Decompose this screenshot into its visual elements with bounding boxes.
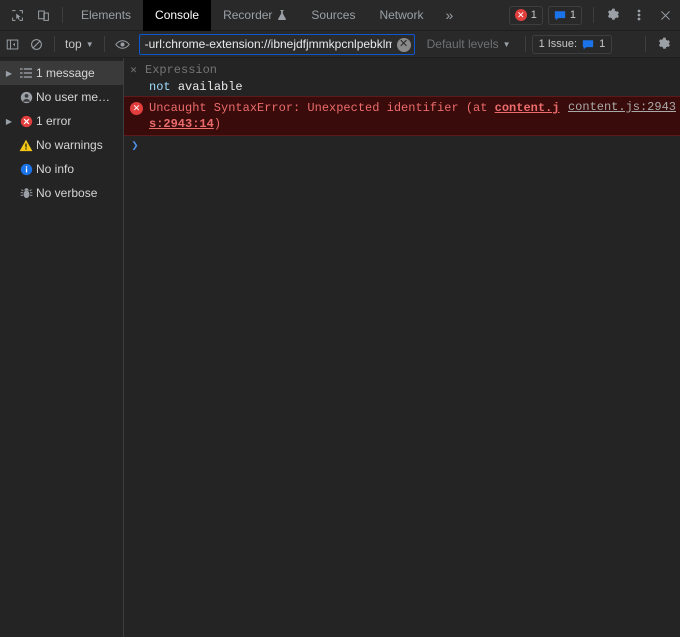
chevron-down-icon: ▼ xyxy=(502,39,511,49)
expand-arrow-icon[interactable]: ▶ xyxy=(2,109,16,133)
log-level-label: Default levels xyxy=(426,37,499,51)
issues-count: 1 xyxy=(569,9,576,21)
tab-label: Console xyxy=(155,8,200,22)
toolbar-divider xyxy=(103,36,105,52)
error-count-badge[interactable]: ✕ 1 xyxy=(508,5,543,25)
console-message-source-link[interactable]: content.js:2943 xyxy=(568,100,676,114)
console-toolbar-right xyxy=(639,32,680,56)
devtools-tabbar: Elements Console Recorder Sources Networ… xyxy=(0,0,680,31)
live-expression-value-prefix: not xyxy=(149,80,171,94)
tab-label: Elements xyxy=(81,8,132,22)
console-empty-space xyxy=(124,154,680,637)
device-toolbar-icon[interactable] xyxy=(30,2,56,28)
tab-console[interactable]: Console xyxy=(143,0,212,31)
tab-recorder[interactable]: Recorder xyxy=(211,0,299,31)
chevron-down-icon: ▼ xyxy=(85,39,94,49)
console-prompt[interactable]: ❯ xyxy=(124,136,680,154)
kebab-menu-icon[interactable] xyxy=(626,2,652,28)
sidebar-item-errors[interactable]: ▶ 1 error xyxy=(0,109,123,133)
gear-icon[interactable] xyxy=(600,2,626,28)
tab-network[interactable]: Network xyxy=(367,0,435,31)
console-main: ▶ 1 message No user me… ▶ 1 error No war… xyxy=(0,58,680,637)
log-level-selector[interactable]: Default levels ▼ xyxy=(419,37,519,51)
console-prompt-input[interactable] xyxy=(142,138,676,152)
issues-status-count: 1 xyxy=(599,38,606,50)
expand-arrow-placeholder xyxy=(2,85,16,109)
error-count: 1 xyxy=(530,9,537,21)
execution-context-label: top xyxy=(65,37,82,51)
console-message-text: Uncaught SyntaxError: Unexpected identif… xyxy=(149,100,568,132)
inspect-element-icon[interactable] xyxy=(4,2,30,28)
sidebar-item-label: 1 error xyxy=(36,114,72,128)
issues-message-icon xyxy=(554,10,566,21)
close-icon[interactable]: ✕ xyxy=(128,63,139,77)
flask-icon xyxy=(277,9,287,21)
expand-arrow-placeholder xyxy=(2,181,16,205)
issues-status-label: 1 Issue: xyxy=(538,38,578,50)
live-expression-header: ✕ Expression xyxy=(128,62,680,78)
sidebar-item-messages[interactable]: ▶ 1 message xyxy=(0,61,123,85)
more-tabs-button[interactable]: » xyxy=(435,7,463,23)
prompt-chevron-icon: ❯ xyxy=(131,139,139,153)
console-sidebar: ▶ 1 message No user me… ▶ 1 error No war… xyxy=(0,58,124,637)
toolbar-divider xyxy=(593,7,594,23)
execution-context-selector[interactable]: top ▼ xyxy=(61,34,98,54)
tab-label: Sources xyxy=(311,8,356,22)
tab-sources[interactable]: Sources xyxy=(299,0,367,31)
live-expression-title[interactable]: Expression xyxy=(145,63,217,77)
console-sidebar-icon[interactable] xyxy=(0,32,24,56)
live-expression-value-suffix: available xyxy=(177,80,243,94)
live-expression-value: not available xyxy=(149,80,680,94)
tab-label: Network xyxy=(379,8,424,22)
sidebar-item-label: No verbose xyxy=(36,186,98,200)
tabbar-right-group: ✕ 1 1 xyxy=(508,0,680,31)
console-filter-input[interactable] xyxy=(139,34,414,54)
close-icon[interactable] xyxy=(652,2,678,28)
error-circle-icon xyxy=(16,109,36,133)
console-output-pane: ✕ Expression not available ✕ Uncaught Sy… xyxy=(124,58,680,637)
sidebar-item-label: No info xyxy=(36,162,75,176)
live-expression-eye-icon[interactable] xyxy=(111,32,135,56)
sidebar-item-label: No warnings xyxy=(36,138,103,152)
toolbar-divider xyxy=(62,7,63,23)
issues-status-button[interactable]: 1 Issue: 1 xyxy=(531,34,613,54)
sidebar-item-label: No user me… xyxy=(36,90,111,104)
list-icon xyxy=(16,61,36,85)
console-message-suffix: ) xyxy=(213,117,222,131)
gear-icon[interactable] xyxy=(652,32,676,56)
expand-arrow-placeholder xyxy=(2,133,16,157)
tab-elements[interactable]: Elements xyxy=(69,0,143,31)
console-filter-field[interactable]: ✕ xyxy=(138,33,415,55)
console-message-prefix: Uncaught SyntaxError: Unexpected identif… xyxy=(149,101,495,115)
live-expression-panel: ✕ Expression not available xyxy=(124,58,680,96)
toolbar-divider xyxy=(54,36,55,52)
tab-label: Recorder xyxy=(223,8,273,22)
info-circle-icon xyxy=(16,157,36,181)
sidebar-item-label: 1 message xyxy=(36,66,95,80)
bug-icon xyxy=(16,181,36,205)
console-toolbar: top ▼ ✕ Default levels ▼ 1 Issue: 1 xyxy=(0,31,680,58)
issues-message-icon xyxy=(582,39,594,50)
console-message-error[interactable]: ✕ Uncaught SyntaxError: Unexpected ident… xyxy=(124,96,680,136)
error-circle-icon: ✕ xyxy=(130,102,143,115)
clear-console-icon[interactable] xyxy=(24,32,48,56)
warning-triangle-icon xyxy=(16,133,36,157)
clear-filter-icon[interactable]: ✕ xyxy=(396,37,411,52)
sidebar-item-user-messages[interactable]: No user me… xyxy=(0,85,123,109)
sidebar-item-info[interactable]: No info xyxy=(0,157,123,181)
expand-arrow-placeholder xyxy=(2,157,16,181)
expand-arrow-icon[interactable]: ▶ xyxy=(2,61,16,85)
user-circle-icon xyxy=(16,85,36,109)
sidebar-item-warnings[interactable]: No warnings xyxy=(0,133,123,157)
toolbar-divider xyxy=(645,36,646,52)
toolbar-divider xyxy=(524,36,526,52)
issues-count-badge[interactable]: 1 xyxy=(547,5,582,25)
sidebar-item-verbose[interactable]: No verbose xyxy=(0,181,123,205)
error-circle-icon: ✕ xyxy=(514,9,527,21)
